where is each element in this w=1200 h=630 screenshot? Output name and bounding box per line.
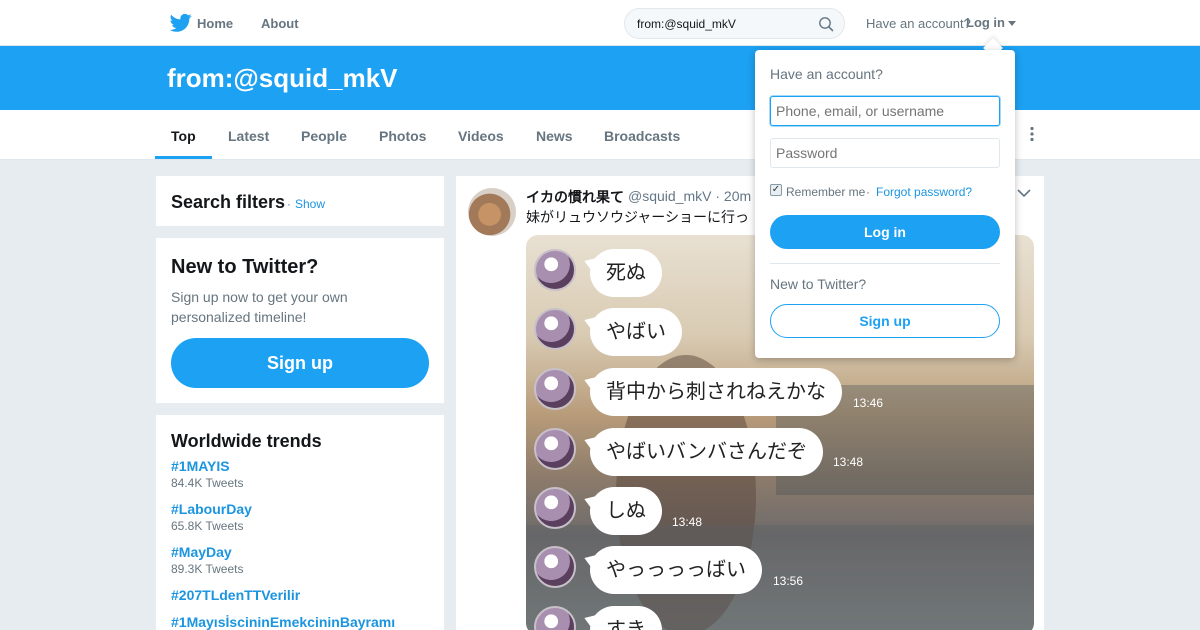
chat-avatar bbox=[534, 487, 576, 529]
tweet-handle-time[interactable]: @squid_mkV · 20m bbox=[628, 188, 751, 204]
search-icon[interactable] bbox=[818, 16, 834, 32]
chevron-down-icon[interactable] bbox=[1017, 188, 1031, 198]
chat-bubble: しぬ bbox=[590, 487, 662, 535]
caret-down-icon[interactable] bbox=[1008, 21, 1016, 26]
top-nav-bar: Home About from:@squid_mkV Have an accou… bbox=[0, 0, 1200, 46]
filters-show-link[interactable]: Show bbox=[295, 197, 325, 211]
avatar[interactable] bbox=[468, 188, 516, 236]
trends-title: Worldwide trends bbox=[171, 431, 322, 451]
tab-videos[interactable]: Videos bbox=[458, 128, 504, 144]
login-button[interactable]: Log in bbox=[770, 215, 1000, 249]
chat-time: 13:48 bbox=[833, 455, 864, 469]
chat-time: 13:48 bbox=[672, 515, 703, 529]
filters-separator: · bbox=[287, 197, 291, 211]
username-field[interactable] bbox=[770, 96, 1000, 126]
chat-avatar bbox=[534, 249, 576, 291]
tab-latest[interactable]: Latest bbox=[228, 128, 269, 144]
search-filters-card: Search filters · Show bbox=[156, 176, 444, 226]
search-tabs: Top Latest People Photos Videos News Bro… bbox=[0, 110, 1200, 160]
login-dropdown-title: Have an account? bbox=[770, 66, 883, 82]
remember-me-label[interactable]: Remember me bbox=[786, 185, 865, 199]
chat-bubble: 死ぬ bbox=[590, 249, 662, 297]
divider bbox=[770, 263, 1000, 264]
nav-home-link[interactable]: Home bbox=[197, 16, 233, 31]
chat-avatar bbox=[534, 308, 576, 350]
trend-item[interactable]: #MayDay bbox=[171, 544, 232, 560]
login-dropdown: Have an account? ✓ Remember me · Forgot … bbox=[755, 50, 1015, 358]
search-banner: from:@squid_mkV bbox=[0, 46, 1200, 110]
chat-bubble: やばいバンバさんだぞ bbox=[590, 428, 823, 476]
tab-broadcasts[interactable]: Broadcasts bbox=[604, 128, 680, 144]
chat-avatar bbox=[534, 546, 576, 588]
trend-item[interactable]: #1MayısİscininEmekcininBayramı bbox=[171, 614, 395, 630]
remember-me-checkbox[interactable]: ✓ bbox=[770, 184, 782, 196]
tweet-text: 妹がリュウソウジャーショーに行っ bbox=[526, 209, 750, 225]
search-input[interactable]: from:@squid_mkV bbox=[624, 8, 845, 39]
login-separator: · bbox=[866, 185, 870, 199]
twitter-bird-icon[interactable] bbox=[170, 13, 192, 33]
chat-bubble: 背中から刺されねえかな bbox=[590, 368, 842, 416]
tab-photos[interactable]: Photos bbox=[379, 128, 426, 144]
tab-top[interactable]: Top bbox=[171, 128, 196, 144]
nav-about-link[interactable]: About bbox=[261, 16, 299, 31]
have-account-text: Have an account? bbox=[866, 16, 971, 31]
search-filters-title: Search filters bbox=[171, 192, 286, 212]
signup-card-description: Sign up now to get your own personalized… bbox=[171, 289, 348, 325]
active-tab-indicator bbox=[155, 156, 212, 159]
trends-card: Worldwide trends #1MAYIS 84.4K Tweets #L… bbox=[156, 415, 444, 630]
trend-item[interactable]: #207TLdenTTVerilir bbox=[171, 587, 300, 603]
tab-news[interactable]: News bbox=[536, 128, 573, 144]
tweet-author-name[interactable]: イカの慣れ果て bbox=[526, 187, 624, 207]
chat-avatar bbox=[534, 368, 576, 410]
page-title: from:@squid_mkV bbox=[167, 63, 398, 93]
trend-count: 65.8K Tweets bbox=[171, 519, 244, 533]
trend-count: 84.4K Tweets bbox=[171, 476, 244, 490]
chat-time: 13:56 bbox=[773, 574, 804, 588]
trend-count: 89.3K Tweets bbox=[171, 562, 244, 576]
search-query: from:@squid_mkV bbox=[637, 17, 736, 31]
chat-bubble: やばい bbox=[590, 308, 682, 356]
chat-bubble: すき bbox=[590, 606, 662, 630]
trend-item[interactable]: #LabourDay bbox=[171, 501, 252, 517]
forgot-password-link[interactable]: Forgot password? bbox=[876, 185, 972, 199]
password-field[interactable] bbox=[770, 138, 1000, 168]
login-dropdown-toggle[interactable]: Log in bbox=[966, 15, 1005, 30]
signup-card: New to Twitter? Sign up now to get your … bbox=[156, 238, 444, 403]
chat-avatar bbox=[534, 428, 576, 470]
new-to-twitter-text: New to Twitter? bbox=[770, 276, 867, 292]
trend-item[interactable]: #1MAYIS bbox=[171, 458, 230, 474]
signup-card-title: New to Twitter? bbox=[171, 256, 319, 278]
chat-bubble: やっっっっばい bbox=[590, 546, 762, 594]
signup-button[interactable]: Sign up bbox=[171, 338, 429, 388]
dropdown-signup-button[interactable]: Sign up bbox=[770, 304, 1000, 338]
chat-time: 13:46 bbox=[853, 396, 884, 410]
tab-people[interactable]: People bbox=[301, 128, 347, 144]
more-options-icon[interactable] bbox=[1027, 126, 1037, 142]
